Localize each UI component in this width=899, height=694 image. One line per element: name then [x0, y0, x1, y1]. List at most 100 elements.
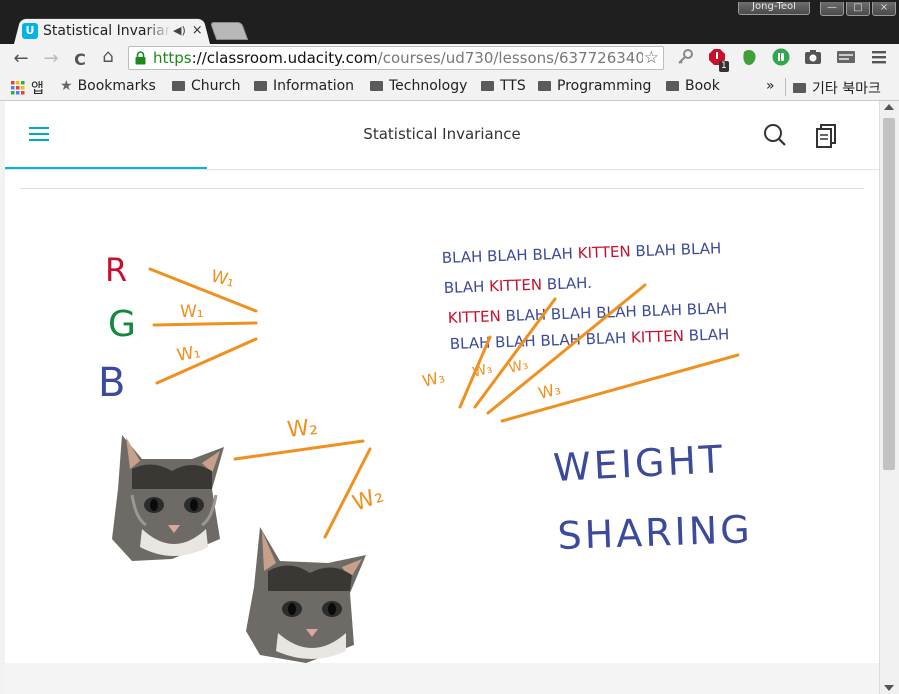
tab-close-icon[interactable]: ×: [192, 23, 203, 38]
url-host: ://classroom.udacity.com: [191, 49, 378, 67]
page-title: Statistical Invariance: [363, 125, 521, 143]
pushbullet-extension-icon[interactable]: [772, 48, 790, 66]
blah-word: BLAH: [630, 241, 676, 261]
bookmarks-overflow-button[interactable]: »: [766, 78, 775, 94]
url-text[interactable]: https://classroom.udacity.com/courses/ud…: [153, 49, 643, 67]
w2-weight-lines: [233, 439, 372, 539]
notes-icon[interactable]: [815, 123, 839, 149]
w3-label: W₃: [536, 379, 562, 403]
scroll-thumb[interactable]: [883, 118, 895, 470]
bookmark-information[interactable]: Information: [254, 78, 354, 94]
search-icon[interactable]: [763, 123, 787, 147]
folder-icon: [370, 81, 383, 91]
w1-weight-lines: [148, 267, 258, 385]
kitten-word: KITTEN: [484, 276, 542, 296]
chrome-menu-icon[interactable]: [870, 48, 888, 66]
profile-name[interactable]: Jong-Teol: [738, 2, 810, 15]
blah-word: BLAH: [535, 330, 581, 350]
blah-text-line: BLAH KITTEN BLAH.: [444, 274, 593, 297]
tab-title: Statistical Invariance: [43, 22, 171, 39]
bookmark-book[interactable]: Book: [666, 78, 720, 94]
tts-extension-icon[interactable]: [836, 48, 856, 66]
video-frame[interactable]: R G B W₁ W₁ W₁ W₂ W₂ BLAH BLAH BLAH KITT…: [20, 189, 864, 663]
lesson-progress-bar: [5, 167, 207, 169]
kitten-word: KITTEN: [626, 327, 684, 347]
web-page: Statistical Invariance R G B W₁ W₁ W₁ W₂…: [5, 101, 879, 694]
bookmark-label: TTS: [500, 78, 526, 94]
blah-word: BLAH.: [542, 274, 592, 294]
w3-label: W₃: [507, 357, 530, 377]
kitten-word: KITTEN: [573, 242, 631, 262]
reload-button[interactable]: C: [69, 50, 91, 69]
kitten-word: KITTEN: [448, 307, 502, 327]
other-bookmarks[interactable]: 기타 북마크: [793, 78, 881, 98]
bookmark-label: Programming: [557, 78, 652, 94]
g-letter: G: [108, 304, 136, 345]
blah-text-line: BLAH BLAH BLAH KITTEN BLAH BLAH: [442, 239, 722, 267]
bookmark-tts[interactable]: TTS: [481, 78, 526, 94]
address-bar[interactable]: https://classroom.udacity.com/courses/ud…: [128, 46, 664, 70]
bookmark-bookmarks[interactable]: ★ Bookmarks: [60, 78, 156, 94]
forward-button[interactable]: →: [40, 48, 62, 69]
bookmark-technology[interactable]: Technology: [370, 78, 467, 94]
minimize-button[interactable]: —: [820, 2, 844, 16]
screenshot-extension-icon[interactable]: [804, 48, 822, 66]
blah-word: BLAH: [442, 248, 483, 267]
home-button[interactable]: ⌂: [97, 46, 119, 67]
back-button[interactable]: ←: [10, 48, 32, 69]
kitten-image: [112, 435, 224, 561]
divider: [785, 78, 786, 96]
whiteboard-slide: R G B W₁ W₁ W₁ W₂ W₂ BLAH BLAH BLAH KITT…: [98, 239, 754, 663]
apps-grid-icon: [11, 81, 25, 95]
evernote-extension-icon[interactable]: [740, 48, 758, 66]
w2-label: W₂: [350, 483, 387, 517]
r-letter: R: [105, 251, 127, 289]
new-tab-button[interactable]: [209, 22, 249, 40]
bookmark-label: Church: [191, 78, 241, 94]
folder-icon: [172, 81, 185, 91]
video-controls-area: [5, 663, 879, 694]
blah-word: BLAH: [591, 302, 637, 322]
maximize-button[interactable]: □: [846, 2, 870, 16]
bookmark-label: Information: [273, 78, 355, 94]
url-path: /courses/ud730/lessons/6377263405/c: [377, 49, 643, 67]
browser-tab[interactable]: U Statistical Invariance ◀) ×: [22, 17, 208, 44]
blah-word: BLAH: [527, 244, 573, 264]
w2-label: W₂: [286, 415, 319, 443]
lock-icon: [135, 51, 146, 65]
url-scheme: https: [153, 49, 192, 67]
bookmark-label: Technology: [389, 78, 468, 94]
bookmarks-bar: 앱 ★ Bookmarks Church Information Technolo…: [0, 74, 899, 101]
folder-icon: [481, 81, 494, 91]
scroll-up-arrow-icon[interactable]: [884, 104, 894, 110]
bookmark-programming[interactable]: Programming: [538, 78, 651, 94]
w1-label: W₁: [175, 342, 202, 366]
page-scrollbar[interactable]: [879, 101, 899, 694]
bookmark-star-icon[interactable]: ☆: [644, 48, 659, 68]
bookmark-label: Book: [685, 78, 720, 94]
blah-word: BLAH: [546, 304, 592, 324]
udacity-favicon-icon: U: [22, 22, 38, 39]
kitten-image: [246, 527, 366, 663]
key-extension-icon[interactable]: [676, 48, 694, 66]
scroll-down-arrow-icon[interactable]: [884, 685, 894, 691]
b-letter: B: [98, 360, 125, 406]
classroom-header: Statistical Invariance: [5, 101, 879, 170]
w3-label: W₃: [420, 367, 446, 391]
blah-word: BLAH: [684, 325, 730, 345]
blah-word: BLAH: [482, 246, 528, 266]
blah-word: BLAH: [682, 299, 728, 319]
weight-heading: WEIGHT: [552, 437, 726, 490]
sharing-heading: SHARING: [557, 507, 754, 558]
browser-toolbar: ← → C ⌂ https://classroom.udacity.com/co…: [0, 44, 899, 74]
apps-shortcut[interactable]: 앱: [11, 78, 44, 98]
blah-text-block: BLAH BLAH BLAH KITTEN BLAH BLAHBLAH KITT…: [442, 239, 730, 353]
close-window-button[interactable]: ×: [872, 2, 896, 16]
audio-playing-icon[interactable]: ◀): [173, 24, 186, 37]
w1-label: W₁: [209, 266, 237, 291]
blah-word: BLAH: [676, 239, 722, 259]
bookmark-church[interactable]: Church: [172, 78, 241, 94]
folder-icon: [538, 81, 551, 91]
w1-label: W₁: [180, 302, 204, 322]
blah-word: BLAH: [444, 278, 485, 297]
